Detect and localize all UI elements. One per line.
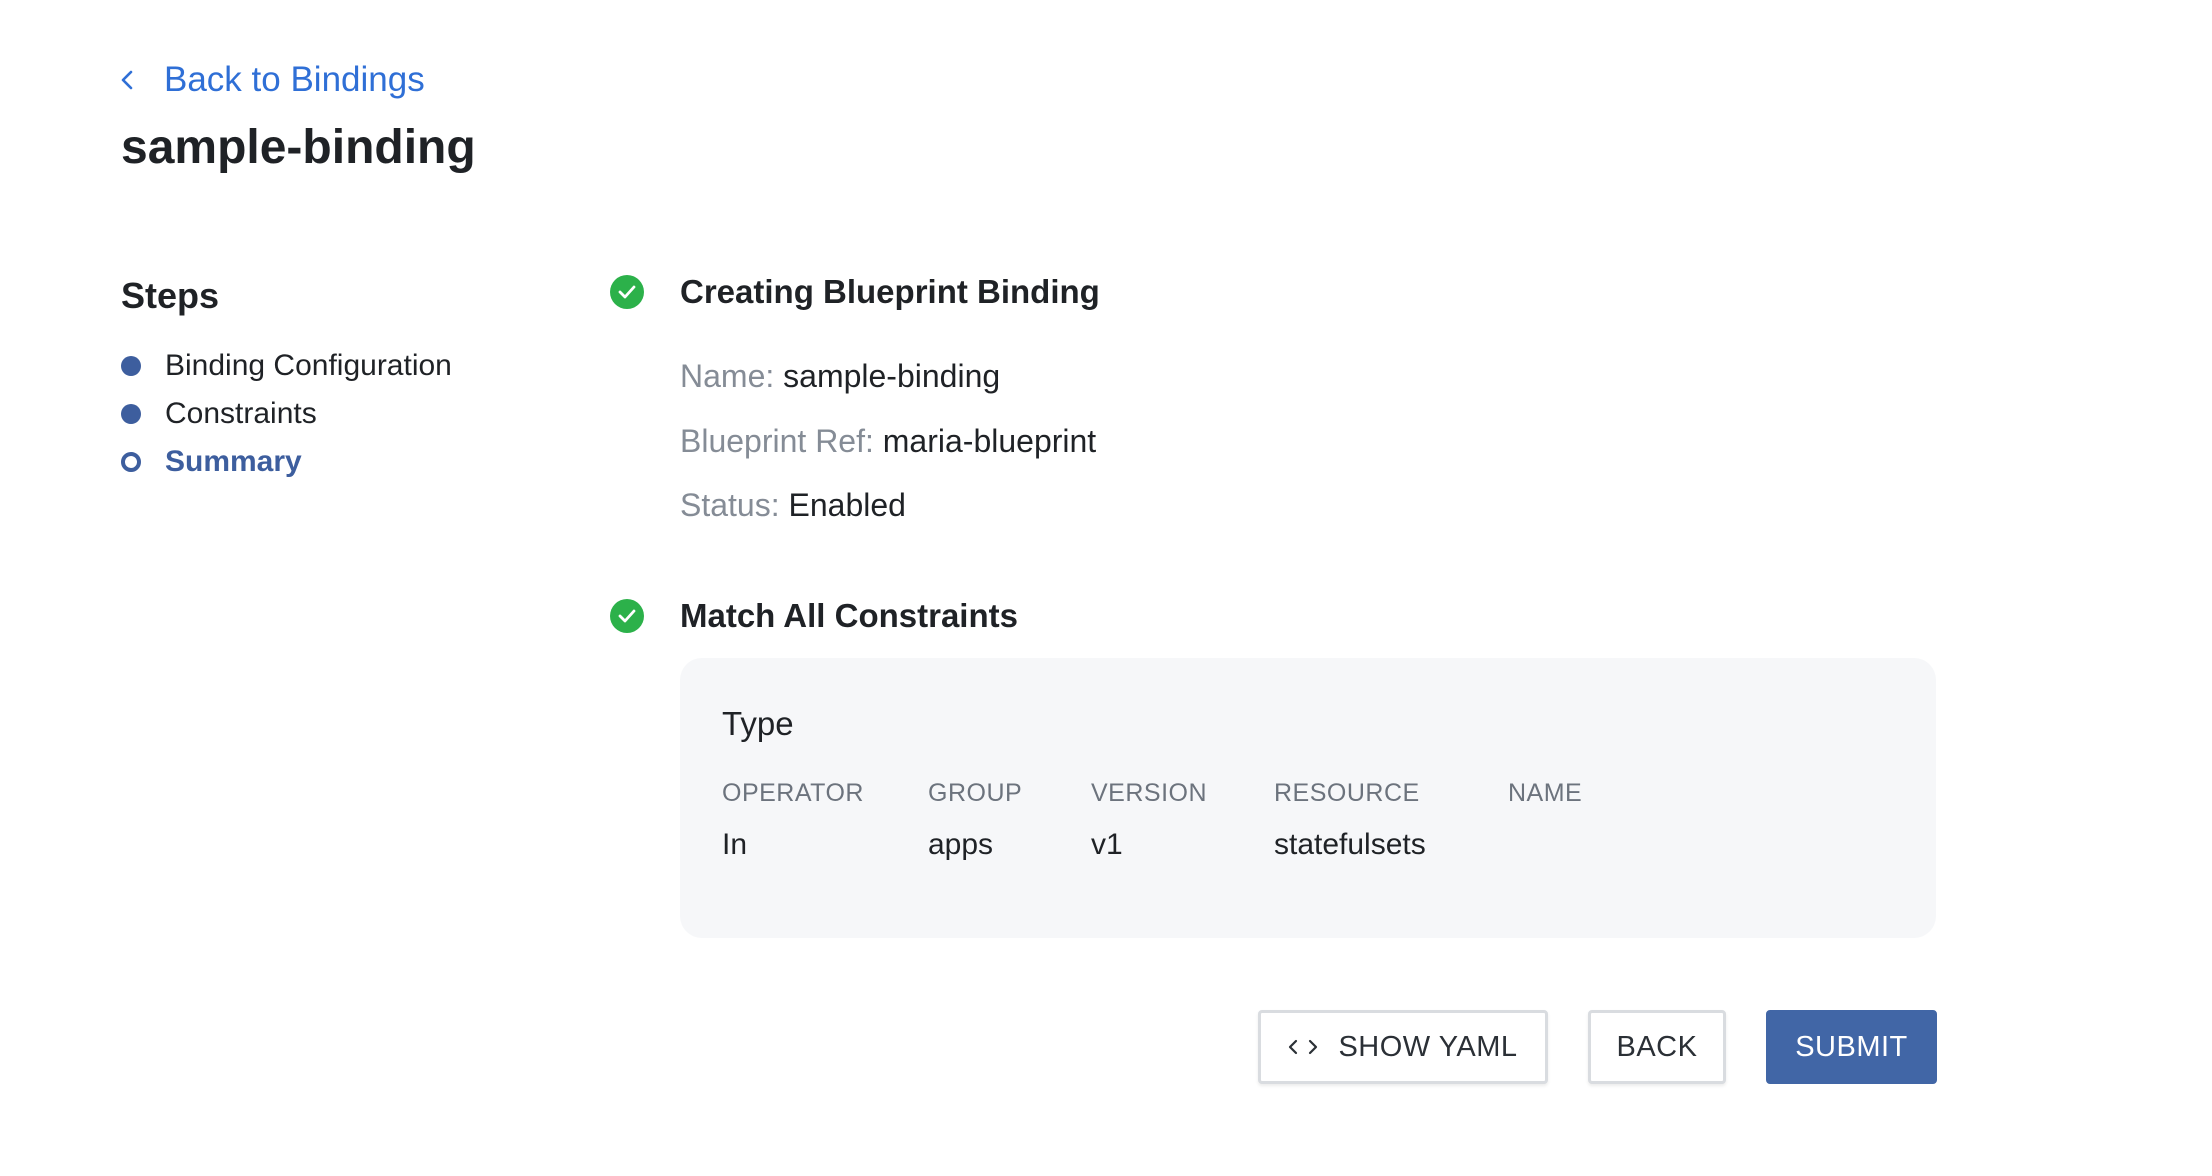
step-binding-configuration[interactable]: Binding Configuration	[121, 342, 452, 390]
binding-name-value: sample-binding	[783, 358, 1001, 394]
blueprint-ref-value: maria-blueprint	[882, 423, 1097, 459]
status-label: Status:	[680, 487, 780, 523]
step-summary[interactable]: Summary	[121, 438, 452, 486]
cell-group: apps	[928, 828, 994, 861]
constraints-section-header: Match All Constraints	[610, 592, 1018, 640]
step-complete-dot-icon	[121, 356, 141, 376]
show-yaml-button[interactable]: SHOW YAML	[1258, 1010, 1548, 1084]
step-current-ring-icon	[121, 452, 141, 472]
binding-name-row: Name: sample-binding	[680, 352, 1000, 400]
steps-list: Binding Configuration Constraints Summar…	[121, 342, 452, 486]
binding-summary-page: Back to Bindings sample-binding Steps Bi…	[0, 0, 2212, 1176]
cell-version: v1	[1091, 828, 1123, 861]
back-button[interactable]: BACK	[1588, 1010, 1726, 1084]
code-icon	[1288, 1038, 1318, 1056]
column-header-name: NAME	[1508, 779, 1583, 807]
check-circle-icon	[610, 599, 644, 633]
column-header-version: VERSION	[1091, 779, 1208, 807]
constraint-card-title: Type	[722, 705, 794, 742]
step-complete-dot-icon	[121, 404, 141, 424]
blueprint-ref-label: Blueprint Ref:	[680, 423, 874, 459]
submit-button[interactable]: SUBMIT	[1766, 1010, 1937, 1084]
cell-operator: In	[722, 828, 748, 861]
constraint-card: Type OPERATOR GROUP VERSION RESOURCE NAM…	[680, 658, 1936, 938]
back-to-bindings-label: Back to Bindings	[164, 60, 425, 99]
creating-binding-title: Creating Blueprint Binding	[680, 273, 1100, 310]
step-label: Constraints	[165, 397, 317, 430]
page-title: sample-binding	[121, 121, 476, 174]
constraints-title: Match All Constraints	[680, 597, 1018, 634]
binding-name-label: Name:	[680, 358, 775, 394]
step-label: Binding Configuration	[165, 349, 452, 382]
step-label: Summary	[165, 445, 302, 478]
check-circle-icon	[610, 275, 644, 309]
column-header-operator: OPERATOR	[722, 779, 864, 807]
show-yaml-label: SHOW YAML	[1338, 1030, 1518, 1063]
column-header-group: GROUP	[928, 779, 1023, 807]
column-header-resource: RESOURCE	[1274, 779, 1420, 807]
blueprint-ref-row: Blueprint Ref: maria-blueprint	[680, 417, 1096, 465]
chevron-left-icon	[120, 56, 164, 104]
step-constraints[interactable]: Constraints	[121, 390, 452, 438]
creating-binding-section-header: Creating Blueprint Binding	[610, 268, 1100, 316]
cell-resource: statefulsets	[1274, 828, 1426, 861]
back-to-bindings-link[interactable]: Back to Bindings	[120, 56, 425, 104]
steps-heading: Steps	[121, 275, 220, 316]
status-value: Enabled	[788, 487, 906, 523]
status-row: Status: Enabled	[680, 481, 906, 529]
